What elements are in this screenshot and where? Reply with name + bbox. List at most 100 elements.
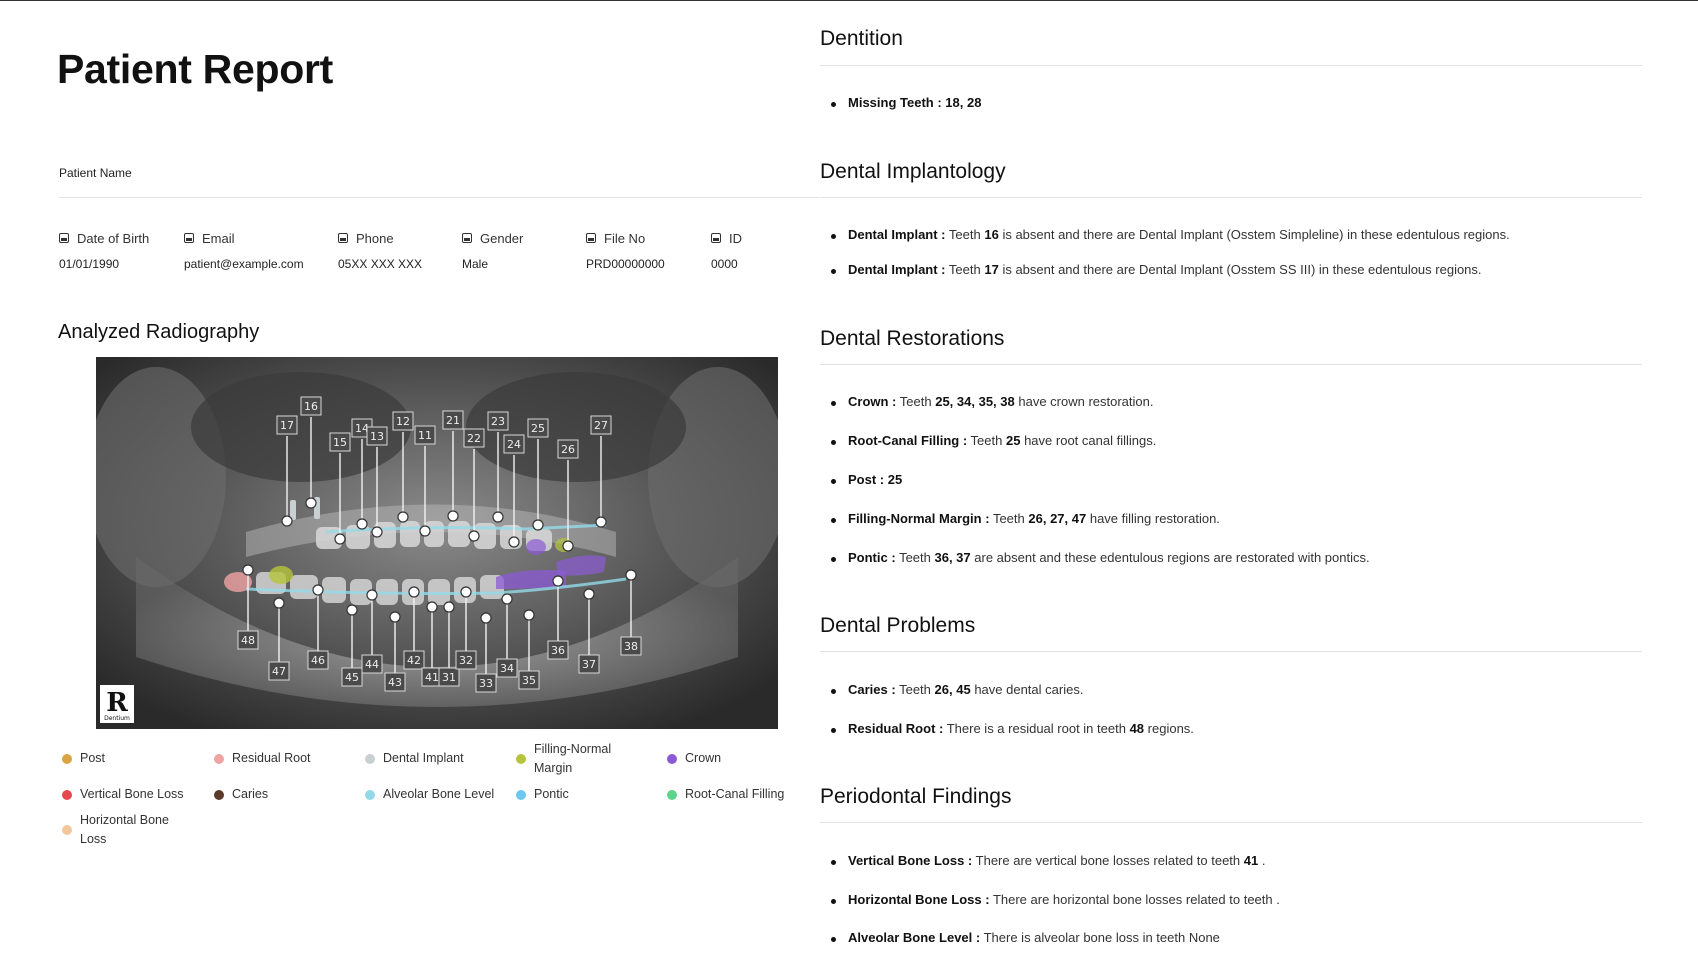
- svg-text:36: 36: [551, 644, 565, 657]
- svg-text:11: 11: [418, 429, 432, 442]
- legend-label: Post: [80, 751, 106, 765]
- section-title-restorations: Dental Restorations: [820, 327, 1005, 350]
- svg-text:41: 41: [425, 671, 439, 684]
- tooth-label: 44: [361, 654, 383, 674]
- patient-name-label: Patient Name: [59, 166, 132, 180]
- info-label: Email: [202, 230, 235, 246]
- tooth-label: 42: [403, 650, 425, 670]
- legend-label: Alveolar Bone Level: [383, 787, 495, 801]
- tooth-label: 22: [463, 428, 485, 448]
- section-title-dentition: Dentition: [820, 27, 903, 50]
- legend-alveolar-bone-level: Alveolar Bone Level: [365, 785, 494, 804]
- tooth-label: 15: [329, 432, 351, 452]
- list-item: Alveolar Bone Level : There is alveolar …: [831, 930, 1220, 945]
- legend-caries: Caries: [214, 785, 268, 804]
- divider: [59, 197, 819, 198]
- legend-dot: [62, 754, 72, 764]
- legend-dot: [214, 790, 224, 800]
- svg-text:27: 27: [594, 419, 608, 432]
- legend-crown: Crown: [667, 749, 721, 768]
- svg-text:15: 15: [333, 436, 347, 449]
- tooth-label: 34: [496, 658, 518, 678]
- list-item: Caries : Teeth 26, 45 have dental caries…: [830, 682, 1083, 697]
- svg-text:33: 33: [479, 677, 493, 690]
- section-title-implantology: Dental Implantology: [820, 160, 1006, 183]
- legend-dot: [516, 790, 526, 800]
- tooth-label: 21: [442, 410, 464, 430]
- legend-dot: [365, 790, 375, 800]
- legend-root-canal-filling: Root-Canal Filling: [667, 785, 784, 804]
- legend-dot: [62, 825, 72, 835]
- tooth-label: 16: [300, 396, 322, 416]
- svg-text:47: 47: [272, 665, 286, 678]
- tooth-label: 23: [487, 411, 509, 431]
- tooth-label: 11: [414, 425, 436, 445]
- tooth-label: 25: [527, 418, 549, 438]
- tooth-label: 27: [590, 415, 612, 435]
- tooth-label: 33: [475, 673, 497, 693]
- legend-residual-root: Residual Root: [214, 749, 311, 768]
- list-item: Missing Teeth : 18, 28: [830, 95, 981, 110]
- svg-text:16: 16: [304, 400, 318, 413]
- svg-text:43: 43: [388, 676, 402, 689]
- legend-dental-implant: Dental Implant: [365, 749, 464, 768]
- divider: [820, 822, 1642, 823]
- legend-dot: [62, 790, 72, 800]
- svg-text:R: R: [106, 688, 128, 718]
- list-item: Crown : Teeth 25, 34, 35, 38 have crown …: [830, 394, 1153, 409]
- info-label: Phone: [356, 230, 394, 246]
- svg-text:32: 32: [459, 654, 473, 667]
- tooth-label: 35: [518, 670, 540, 690]
- tooth-label: 32: [455, 650, 477, 670]
- svg-text:38: 38: [624, 640, 638, 653]
- info-value: patient@example.com: [184, 257, 304, 271]
- svg-text:Dentium: Dentium: [104, 715, 130, 722]
- email-icon: [184, 233, 194, 243]
- tooth-label: 45: [341, 667, 363, 687]
- svg-text:37: 37: [582, 658, 596, 671]
- calendar-icon: [59, 233, 69, 243]
- legend-pontic: Pontic: [516, 785, 569, 804]
- tooth-label: 47: [268, 661, 290, 681]
- legend-label: Dental Implant: [383, 751, 464, 765]
- legend-label: Vertical Bone Loss: [80, 787, 184, 801]
- legend-label: Caries: [232, 787, 269, 801]
- info-email: Email patient@example.com: [184, 229, 304, 271]
- legend-label: Residual Root: [232, 751, 311, 765]
- divider: [820, 65, 1642, 66]
- legend-vertical-bone-loss: Vertical Bone Loss: [62, 785, 184, 804]
- info-value: 01/01/1990: [59, 257, 120, 271]
- list-item: Dental Implant : Teeth 16 is absent and …: [831, 227, 1510, 242]
- info-value: PRD00000000: [586, 257, 665, 271]
- svg-text:42: 42: [407, 654, 421, 667]
- divider: [820, 364, 1642, 365]
- svg-text:45: 45: [345, 671, 359, 684]
- svg-text:34: 34: [500, 662, 514, 675]
- divider: [820, 651, 1642, 652]
- info-file-no: File No PRD00000000: [586, 229, 665, 271]
- info-date-of-birth: Date of Birth 01/01/1990: [59, 229, 149, 271]
- legend-label: Pontic: [534, 787, 569, 801]
- legend-filling-normal-margin: Filling-Normal Margin: [516, 740, 626, 778]
- gender-icon: [462, 233, 472, 243]
- list-item: Root-Canal Filling : Teeth 25 have root …: [830, 433, 1156, 448]
- tooth-label: 43: [384, 672, 406, 692]
- svg-text:26: 26: [561, 443, 575, 456]
- svg-text:35: 35: [522, 674, 536, 687]
- svg-text:25: 25: [531, 422, 545, 435]
- list-item: Pontic : Teeth 36, 37 are absent and the…: [831, 550, 1370, 565]
- divider: [820, 197, 1642, 198]
- phone-icon: [338, 233, 348, 243]
- tooth-label: 37: [578, 654, 600, 674]
- svg-text:13: 13: [370, 430, 384, 443]
- tooth-label: 31: [438, 667, 460, 687]
- info-value: 05XX XXX XXX: [338, 257, 423, 271]
- info-value: Male: [462, 257, 489, 271]
- section-title-periodontal: Periodontal Findings: [820, 785, 1012, 808]
- tooth-label: 46: [307, 650, 329, 670]
- legend-label: Horizontal Bone Loss: [80, 813, 169, 846]
- id-icon: [711, 233, 721, 243]
- info-phone: Phone 05XX XXX XXX: [338, 229, 422, 271]
- svg-text:44: 44: [365, 658, 379, 671]
- info-value: 0000: [711, 257, 738, 271]
